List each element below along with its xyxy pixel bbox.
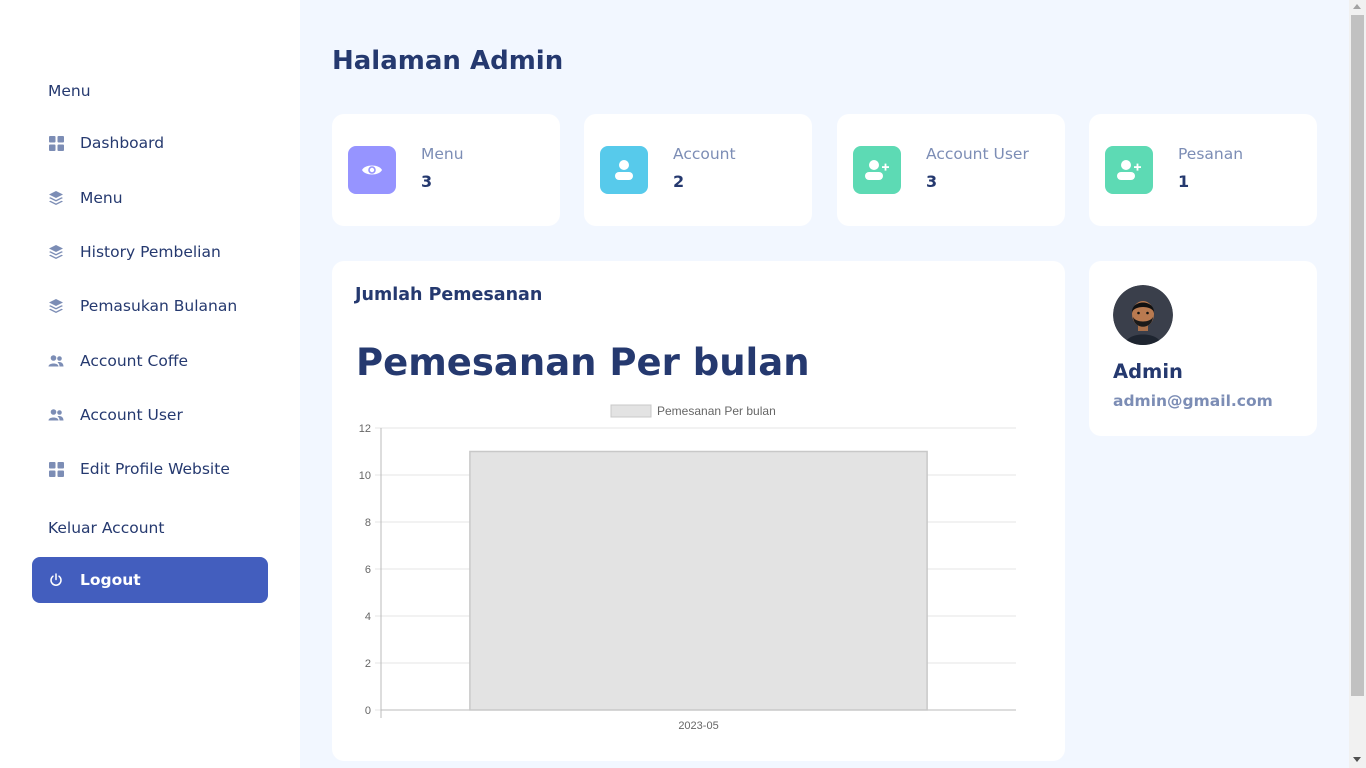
page-scrollbar[interactable] — [1349, 0, 1366, 768]
page-title: Halaman Admin — [332, 46, 564, 76]
y-tick-label: 6 — [365, 564, 371, 576]
y-tick-label: 12 — [359, 423, 371, 435]
sidebar-item-account-user[interactable]: Account User — [48, 400, 268, 430]
stat-card-menu: Menu 3 — [332, 114, 560, 226]
profile-card: Admin admin@gmail.com — [1089, 261, 1317, 436]
user-plus-icon — [1105, 146, 1153, 194]
scroll-thumb[interactable] — [1351, 15, 1364, 696]
sidebar-logout-heading: Keluar Account — [48, 519, 165, 537]
sidebar-item-menu[interactable]: Menu — [48, 183, 268, 213]
x-tick-label: 2023-05 — [678, 720, 718, 732]
legend-label: Pemesanan Per bulan — [657, 404, 776, 418]
sidebar-item-history-pembelian[interactable]: History Pembelian — [48, 237, 268, 267]
sidebar-item-pemasukan-bulanan[interactable]: Pemasukan Bulanan — [48, 291, 268, 321]
stat-label: Pesanan — [1178, 145, 1244, 163]
chart-card: Jumlah Pemesanan Pemesanan Per bulan 024… — [332, 261, 1065, 761]
stat-label: Account — [673, 145, 736, 163]
sidebar-item-label: Account Coffe — [80, 352, 189, 370]
people-icon — [48, 407, 64, 423]
stat-value: 2 — [673, 172, 685, 191]
logout-label: Logout — [80, 571, 141, 589]
scroll-down-arrow-icon[interactable] — [1353, 757, 1361, 762]
stat-card-account-user: Account User 3 — [837, 114, 1065, 226]
avatar — [1113, 285, 1173, 345]
user-plus-icon — [853, 146, 901, 194]
sidebar-item-label: Edit Profile Website — [80, 460, 230, 478]
people-icon — [48, 353, 64, 369]
sidebar-item-label: History Pembelian — [80, 243, 221, 261]
y-tick-label: 0 — [365, 705, 371, 717]
y-tick-label: 2 — [365, 658, 371, 670]
stat-value: 1 — [1178, 172, 1190, 191]
bar — [469, 450, 928, 711]
bar-chart: 0 2 4 6 8 10 12 2023-05 Pemesanan Per bulan — [359, 404, 1016, 732]
stack-icon — [48, 244, 64, 260]
y-tick-label: 8 — [365, 517, 371, 529]
sidebar-item-label: Account User — [80, 406, 183, 424]
stack-icon — [48, 190, 64, 206]
y-tick-label: 4 — [365, 611, 371, 623]
sidebar-item-account-coffe[interactable]: Account Coffe — [48, 346, 268, 376]
legend-swatch — [610, 404, 652, 418]
sidebar-item-edit-profile-website[interactable]: Edit Profile Website — [48, 454, 268, 484]
stat-value: 3 — [926, 172, 938, 191]
sidebar-item-label: Pemasukan Bulanan — [80, 297, 238, 315]
sidebar: Menu Dashboard Menu History Pembelian Pe… — [0, 0, 300, 768]
profile-name: Admin — [1113, 360, 1183, 383]
sidebar-item-label: Dashboard — [80, 134, 165, 152]
stat-card-account: Account 2 — [584, 114, 812, 226]
stat-card-pesanan: Pesanan 1 — [1089, 114, 1317, 226]
stat-label: Account User — [926, 145, 1029, 163]
profile-email: admin@gmail.com — [1113, 392, 1273, 410]
grid-icon — [48, 135, 64, 151]
power-icon — [48, 572, 64, 588]
sidebar-menu-heading: Menu — [48, 82, 91, 100]
sidebar-item-label: Menu — [80, 189, 123, 207]
logout-button[interactable]: Logout — [32, 557, 268, 603]
grid-icon — [48, 461, 64, 477]
stack-icon — [48, 298, 64, 314]
stat-label: Menu — [421, 145, 464, 163]
stat-value: 3 — [421, 172, 433, 191]
scroll-up-arrow-icon[interactable] — [1353, 4, 1361, 9]
sidebar-item-dashboard[interactable]: Dashboard — [48, 128, 268, 158]
y-tick-label: 10 — [359, 470, 371, 482]
eye-icon — [348, 146, 396, 194]
user-icon — [600, 146, 648, 194]
